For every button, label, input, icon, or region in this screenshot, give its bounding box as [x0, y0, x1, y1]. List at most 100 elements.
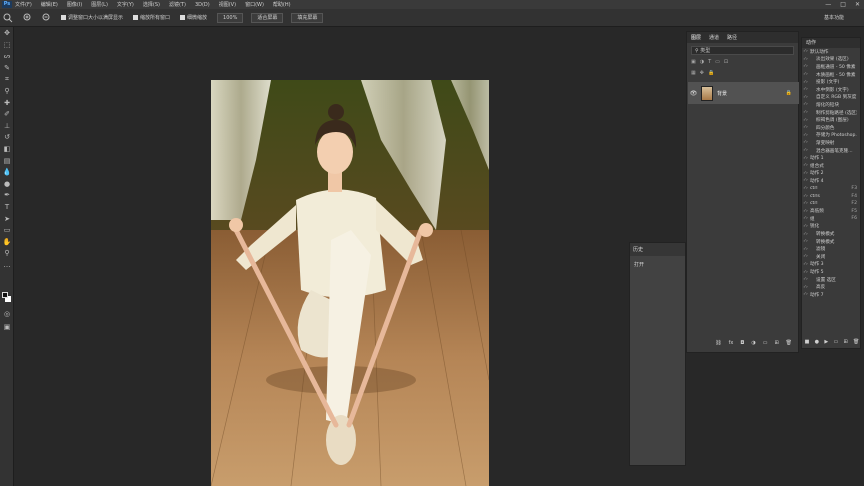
more-tools-icon[interactable]: … [2, 261, 12, 270]
scrubby-zoom-checkbox[interactable] [180, 15, 186, 20]
dodge-tool-icon[interactable]: ● [2, 180, 12, 189]
tab-paths[interactable]: 路径 [727, 34, 737, 41]
quick-mask-icon[interactable]: ◎ [2, 310, 12, 319]
action-item[interactable]: ✓ › 存储为 Photoshop... [802, 132, 860, 140]
action-item[interactable]: ✓ › ctrls F4 [802, 192, 860, 200]
menu-select[interactable]: 选择(S) [143, 1, 160, 8]
fill-screen-button[interactable]: 填充屏幕 [291, 12, 324, 23]
history-brush-tool-icon[interactable]: ↺ [2, 133, 12, 142]
action-item[interactable]: ✓ › 自定义 RGB 到灰度 [802, 94, 860, 102]
action-item[interactable]: ✓ › 水中倒影 (文字) [802, 86, 860, 94]
minimize-icon[interactable]: — [825, 1, 831, 8]
eraser-tool-icon[interactable]: ◧ [2, 145, 12, 154]
pen-tool-icon[interactable]: ✒ [2, 191, 12, 200]
fit-screen-button[interactable]: 适合屏幕 [251, 12, 284, 23]
new-group-icon[interactable]: ▭ [763, 340, 768, 346]
menu-edit[interactable]: 编辑(E) [41, 1, 58, 8]
action-item[interactable]: ✓ › 渐变映射 [802, 139, 860, 147]
action-item[interactable]: ✓ › 画框通道 - 50 像素 [802, 63, 860, 71]
link-layers-icon[interactable]: ⛓ [715, 340, 721, 346]
delete-layer-icon[interactable]: 🗑 [786, 340, 792, 346]
history-panel-tab[interactable]: 历史 [630, 243, 685, 256]
action-item[interactable]: ✓ › 默认动作 [802, 48, 860, 56]
new-layer-icon[interactable]: ⊞ [774, 340, 778, 346]
resize-windows-option[interactable]: 调整窗口大小以满屏显示 [61, 14, 123, 21]
action-item[interactable]: ✓ › 棕褐色调 (图层) [802, 116, 860, 124]
menu-image[interactable]: 图像(I) [67, 1, 82, 8]
gradient-tool-icon[interactable]: ▤ [2, 157, 12, 166]
stop-icon[interactable]: ■ [805, 339, 810, 345]
layer-row-background[interactable]: 👁 背景 🔒 [688, 82, 799, 104]
action-item[interactable]: ✓ › 动作 4 [802, 177, 860, 185]
action-item[interactable]: ✓ › 高低频 F5 [802, 207, 860, 215]
close-icon[interactable]: ✕ [855, 1, 860, 8]
layer-kind-filter[interactable]: ⚲ 类型 [691, 46, 794, 55]
blur-tool-icon[interactable]: 💧 [2, 168, 12, 177]
action-item[interactable]: ✓ › 设置 选区 [802, 276, 860, 284]
screen-mode-icon[interactable]: ▣ [2, 323, 12, 332]
action-item[interactable]: ✓ › 木质画框 - 50 像素 [802, 71, 860, 79]
tab-channels[interactable]: 通道 [709, 34, 719, 41]
rectangle-tool-icon[interactable]: ▭ [2, 226, 12, 235]
type-filter-icon[interactable]: T [708, 59, 711, 65]
shape-filter-icon[interactable]: ▭ [715, 59, 720, 65]
zoom-out-button[interactable] [42, 13, 51, 22]
action-item[interactable]: ✓ › 高反 [802, 283, 860, 291]
hand-tool-icon[interactable]: ✋ [2, 238, 12, 247]
record-icon[interactable]: ● [815, 339, 819, 345]
lock-position-icon[interactable]: ✥ [700, 70, 704, 76]
new-set-icon[interactable]: ▭ [833, 339, 838, 345]
zoom-in-button[interactable] [23, 13, 32, 22]
crop-tool-icon[interactable]: ⌗ [2, 75, 12, 84]
type-tool-icon[interactable]: T [2, 203, 12, 212]
menu-file[interactable]: 文件(F) [15, 1, 32, 8]
maximize-icon[interactable]: □ [840, 1, 846, 8]
tab-layers[interactable]: 图层 [691, 34, 701, 41]
menu-type[interactable]: 文字(Y) [117, 1, 134, 8]
move-tool-icon[interactable]: ✥ [2, 29, 12, 38]
foreground-color-swatch[interactable] [2, 292, 8, 298]
history-entry-open[interactable]: 打开 [630, 256, 685, 273]
menu-view[interactable]: 视图(V) [219, 1, 236, 8]
workspace-switcher[interactable]: 基本功能 [824, 14, 844, 21]
action-item[interactable]: ✓ › 组 F6 [802, 215, 860, 223]
action-item[interactable]: ✓ › 混合器画笔克隆... [802, 147, 860, 155]
action-item[interactable]: ✓ › 转换模式 [802, 230, 860, 238]
actions-panel-tab[interactable]: 动作 [802, 38, 860, 48]
delete-action-icon[interactable]: 🗑 [853, 339, 859, 345]
path-select-tool-icon[interactable]: ➤ [2, 215, 12, 224]
action-item[interactable]: ✓ › 组合式 [802, 162, 860, 170]
action-item[interactable]: ✓ › 关闭 [802, 253, 860, 261]
zoom-all-windows-checkbox[interactable] [133, 15, 139, 20]
action-item[interactable]: ✓ › 滤镜 [802, 245, 860, 253]
menu-filter[interactable]: 滤镜(T) [169, 1, 186, 8]
action-item[interactable]: ✓ › ctrl F2 [802, 200, 860, 208]
zoom-all-windows-option[interactable]: 缩放所有窗口 [133, 14, 170, 21]
action-item[interactable]: ✓ › 四分颜色 [802, 124, 860, 132]
action-item[interactable]: ✓ › 动作 3 [802, 261, 860, 269]
marquee-tool-icon[interactable]: ⬚ [2, 41, 12, 50]
menu-window[interactable]: 窗口(W) [245, 1, 264, 8]
menu-3d[interactable]: 3D(D) [195, 2, 210, 8]
zoom-100-button[interactable]: 100% [217, 12, 244, 23]
action-item[interactable]: ✓ › 转换模式 [802, 238, 860, 246]
resize-windows-checkbox[interactable] [61, 15, 66, 20]
pixel-filter-icon[interactable]: ▣ [691, 59, 696, 65]
scrubby-zoom-option[interactable]: 细微缩放 [180, 14, 207, 21]
menu-layer[interactable]: 图层(L) [91, 1, 108, 8]
play-icon[interactable]: ▶ [824, 339, 828, 345]
zoom-tool-icon[interactable]: ⚲ [2, 249, 12, 258]
brush-tool-icon[interactable]: ✐ [2, 110, 12, 119]
lock-pixels-icon[interactable]: ▦ [691, 70, 696, 76]
action-item[interactable]: ✓ › 动作 1 [802, 154, 860, 162]
action-item[interactable]: ✓ › ctrl F3 [802, 185, 860, 193]
document-image[interactable] [211, 80, 489, 486]
action-item[interactable]: ✓ › 淡出效果 (选区) [802, 56, 860, 64]
action-item[interactable]: ✓ › 制作剪贴路径 (选区) [802, 109, 860, 117]
action-item[interactable]: ✓ › 动作 2 [802, 170, 860, 178]
eyedropper-tool-icon[interactable]: ⚲ [2, 87, 12, 96]
layer-style-icon[interactable]: fx [729, 340, 734, 346]
zoom-tool-preset[interactable] [3, 13, 13, 23]
action-item[interactable]: ✓ › 动作 7 [802, 291, 860, 299]
eye-icon[interactable]: 👁 [689, 90, 698, 97]
